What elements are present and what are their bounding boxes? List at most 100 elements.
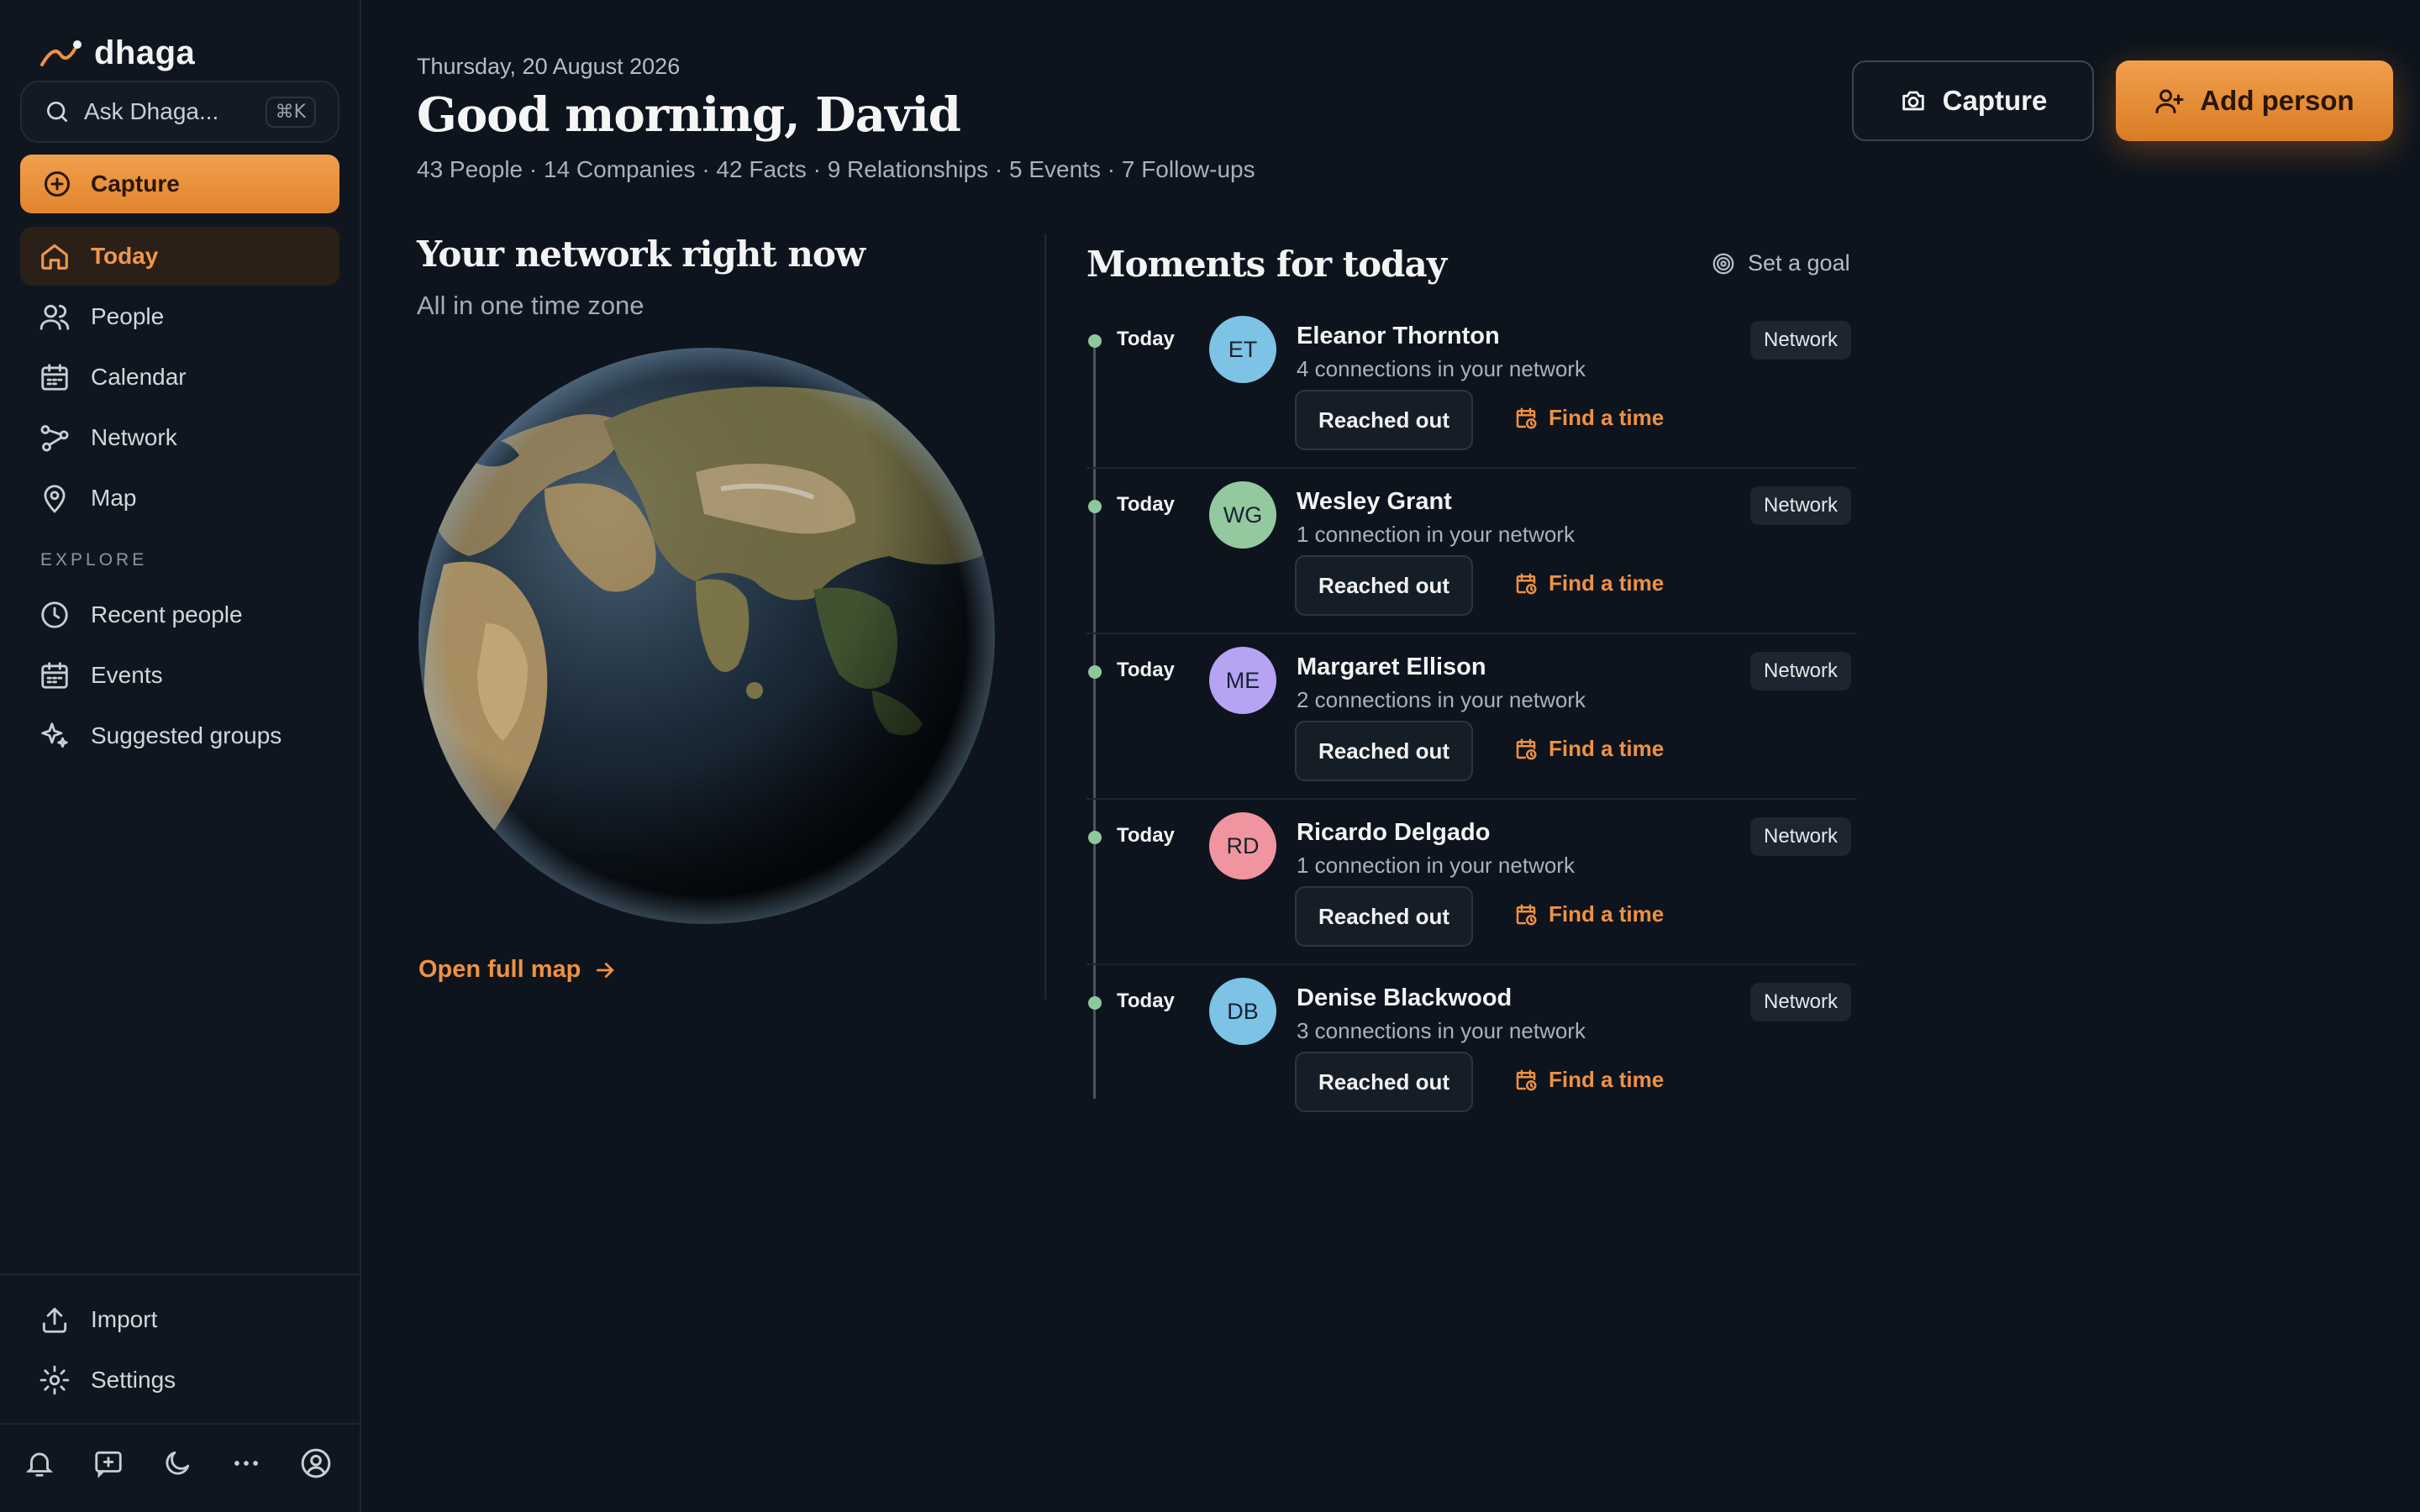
person-name[interactable]: Denise Blackwood	[1297, 984, 1512, 1012]
sidebar-item-calendar[interactable]: Calendar	[20, 348, 339, 407]
sidebar-item-label: Today	[91, 243, 159, 269]
open-full-map-link[interactable]: Open full map	[418, 956, 618, 984]
account-icon[interactable]	[299, 1446, 333, 1480]
moment-when: Today	[1117, 659, 1175, 681]
connection-count: 1 connection in your network	[1297, 853, 1575, 878]
sidebar-item-label: Settings	[91, 1367, 176, 1393]
sidebar-item-recent-people[interactable]: Recent people	[20, 585, 339, 644]
moment-item: Today ME Margaret Ellison 2 connections …	[1086, 647, 1856, 830]
person-name[interactable]: Eleanor Thornton	[1297, 323, 1500, 350]
calendar-clock-icon	[1513, 571, 1539, 596]
moment-when: Today	[1117, 990, 1175, 1012]
connection-count: 1 connection in your network	[1297, 522, 1575, 547]
avatar[interactable]: ET	[1209, 316, 1276, 383]
clock-icon	[39, 599, 71, 631]
section-divider	[1044, 234, 1046, 1000]
moment-when: Today	[1117, 824, 1175, 847]
plus-circle-icon	[42, 169, 72, 199]
network-badge: Network	[1750, 983, 1852, 1021]
find-a-time-label: Find a time	[1549, 570, 1665, 596]
moment-when: Today	[1117, 493, 1175, 516]
sidebar-item-suggested-groups[interactable]: Suggested groups	[20, 706, 339, 765]
sidebar-item-people[interactable]: People	[20, 287, 339, 346]
sidebar-item-label: Suggested groups	[91, 722, 282, 748]
calendar-clock-icon	[1513, 737, 1539, 762]
calendar-clock-icon	[1513, 406, 1539, 431]
bell-icon[interactable]	[24, 1447, 55, 1479]
sidebar-divider	[0, 1423, 361, 1425]
set-goal-label: Set a goal	[1748, 250, 1850, 276]
reached-out-button[interactable]: Reached out	[1295, 721, 1473, 781]
moment-item: Today ET Eleanor Thornton 4 connections …	[1086, 316, 1856, 499]
avatar[interactable]: DB	[1209, 978, 1276, 1045]
camera-icon	[1899, 87, 1928, 115]
network-globe[interactable]	[418, 346, 995, 926]
calendar-clock-icon	[1513, 1068, 1539, 1093]
find-a-time-label: Find a time	[1549, 736, 1665, 761]
avatar[interactable]: RD	[1209, 812, 1276, 879]
network-icon	[39, 422, 71, 454]
arrow-right-icon	[592, 958, 618, 983]
find-a-time-label: Find a time	[1549, 901, 1665, 927]
reached-out-button[interactable]: Reached out	[1295, 1052, 1473, 1112]
sidebar-item-map[interactable]: Map	[20, 469, 339, 528]
person-name[interactable]: Wesley Grant	[1297, 488, 1452, 516]
capture-button[interactable]: Capture	[1852, 60, 2094, 141]
avatar[interactable]: WG	[1209, 481, 1276, 549]
sidebar-capture-button[interactable]: Capture	[20, 155, 339, 213]
timeline-dot	[1088, 500, 1102, 513]
sidebar-item-events[interactable]: Events	[20, 646, 339, 705]
moment-item: Today RD Ricardo Delgado 1 connection in…	[1086, 812, 1856, 995]
moment-item: Today WG Wesley Grant 1 connection in yo…	[1086, 481, 1856, 664]
brand[interactable]: dhaga	[39, 32, 195, 74]
avatar[interactable]: ME	[1209, 647, 1276, 714]
set-goal-button[interactable]: Set a goal	[1711, 250, 1850, 276]
sidebar-item-label: Recent people	[91, 601, 243, 627]
reached-out-button[interactable]: Reached out	[1295, 390, 1473, 450]
network-section-title: Your network right now	[417, 234, 865, 275]
feedback-icon[interactable]	[92, 1447, 124, 1479]
explore-section-label: EXPLORE	[40, 550, 148, 570]
add-person-button[interactable]: Add person	[2116, 60, 2393, 141]
moments-section-title: Moments for today	[1086, 244, 1447, 285]
person-name[interactable]: Ricardo Delgado	[1297, 819, 1490, 847]
moon-icon[interactable]	[161, 1447, 193, 1479]
find-a-time-button[interactable]: Find a time	[1513, 1067, 1664, 1093]
network-section-subtitle: All in one time zone	[417, 291, 644, 320]
people-icon	[39, 301, 71, 333]
moment-item: Today DB Denise Blackwood 3 connections …	[1086, 978, 1856, 1161]
find-a-time-button[interactable]: Find a time	[1513, 570, 1664, 596]
user-plus-icon	[2154, 86, 2185, 116]
timeline-dot	[1088, 334, 1102, 348]
page-title: Good morning, David	[417, 87, 961, 143]
sparkle-icon	[39, 720, 71, 752]
reached-out-button[interactable]: Reached out	[1295, 555, 1473, 616]
sidebar-item-settings[interactable]: Settings	[20, 1351, 339, 1410]
moment-separator	[1086, 467, 1856, 469]
network-badge: Network	[1750, 486, 1852, 525]
sidebar-item-import[interactable]: Import	[20, 1290, 339, 1349]
app-name: dhaga	[94, 34, 196, 71]
sidebar-item-label: Network	[91, 424, 177, 450]
search-icon	[44, 98, 71, 125]
find-a-time-button[interactable]: Find a time	[1513, 405, 1664, 431]
person-name[interactable]: Margaret Ellison	[1297, 654, 1486, 681]
sidebar-item-today[interactable]: Today	[20, 227, 339, 286]
ask-dhaga-search[interactable]: Ask Dhaga... ⌘K	[20, 81, 339, 143]
network-badge: Network	[1750, 321, 1852, 360]
find-a-time-button[interactable]: Find a time	[1513, 736, 1664, 762]
reached-out-button[interactable]: Reached out	[1295, 886, 1473, 947]
connection-count: 4 connections in your network	[1297, 356, 1586, 381]
find-a-time-label: Find a time	[1549, 405, 1665, 430]
moment-separator	[1086, 963, 1856, 965]
upload-icon	[39, 1304, 71, 1336]
find-a-time-button[interactable]: Find a time	[1513, 901, 1664, 927]
more-icon[interactable]	[230, 1447, 262, 1479]
gear-icon	[39, 1364, 71, 1396]
calendar-clock-icon	[1513, 902, 1539, 927]
connection-count: 3 connections in your network	[1297, 1018, 1586, 1043]
open-map-label: Open full map	[418, 956, 581, 983]
sidebar-item-label: Import	[91, 1306, 158, 1332]
sidebar-item-network[interactable]: Network	[20, 408, 339, 467]
network-stats: 43 People · 14 Companies · 42 Facts · 9 …	[417, 156, 1255, 182]
